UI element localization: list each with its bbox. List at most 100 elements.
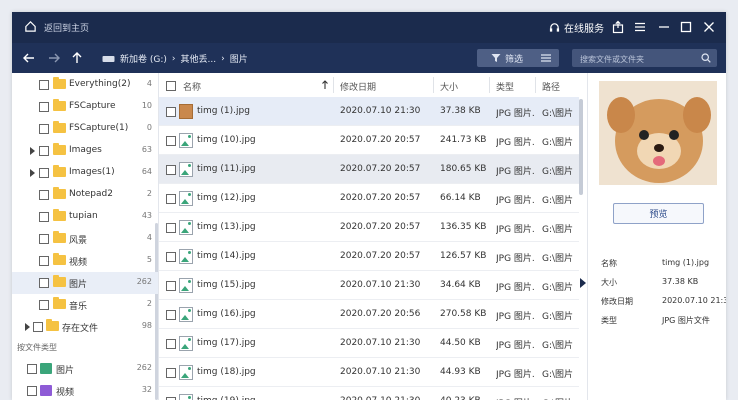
chevron-right-icon: › [221, 53, 225, 64]
sidebar-folder-item[interactable]: Everything(2) 4 [12, 74, 158, 96]
folder-checkbox[interactable] [39, 124, 49, 134]
minimize-icon[interactable] [657, 20, 671, 34]
up-arrow-icon[interactable] [69, 50, 85, 66]
file-checkbox[interactable] [166, 281, 176, 291]
folder-checkbox[interactable] [39, 102, 49, 112]
type-checkbox[interactable] [27, 386, 37, 396]
maximize-icon[interactable] [679, 20, 693, 34]
file-row[interactable]: timg (15).jpg 2020.07.10 21:30 34.64 KB JPG… [159, 271, 579, 300]
file-checkbox[interactable] [166, 223, 176, 233]
search-icon[interactable] [701, 53, 711, 63]
column-divider[interactable] [333, 77, 334, 93]
file-row[interactable]: timg (13).jpg 2020.07.20 20:57 136.35 KB JP… [159, 213, 579, 242]
filter-button[interactable]: 筛选 [477, 49, 537, 67]
folder-checkbox[interactable] [39, 300, 49, 310]
preview-button[interactable]: 预览 [613, 203, 704, 224]
sidebar-type-item[interactable]: 视频 32 [12, 380, 158, 400]
close-icon[interactable] [702, 20, 716, 34]
folder-checkbox[interactable] [39, 190, 49, 200]
file-row[interactable]: timg (11).jpg 2020.07.20 20:57 180.65 KB JP… [159, 155, 579, 184]
menu-icon[interactable] [633, 20, 647, 34]
folder-checkbox[interactable] [39, 168, 49, 178]
file-row[interactable]: timg (19).jpg 2020.07.10 21:30 40.23 KB JPG… [159, 387, 579, 400]
select-all-checkbox[interactable] [166, 81, 176, 91]
sidebar-type-item[interactable]: 图片 262 [12, 358, 158, 380]
breadcrumb-item-drive[interactable]: 新加卷 (G:) [120, 52, 167, 65]
sidebar-folder-item[interactable]: FSCapture 10 [12, 96, 158, 118]
breadcrumb-item-other[interactable]: 其他丢... [181, 52, 217, 65]
sidebar-folder-item[interactable]: Images 63 [12, 140, 158, 162]
file-size: 44.93 KB [440, 367, 481, 377]
folder-checkbox[interactable] [39, 278, 49, 288]
sidebar-folder-item[interactable]: 音乐 2 [12, 294, 158, 316]
folder-checkbox[interactable] [39, 146, 49, 156]
back-to-home-link[interactable]: 返回到主页 [44, 21, 89, 34]
file-date: 2020.07.10 21:30 [340, 280, 421, 290]
folder-count: 63 [141, 145, 152, 154]
column-divider[interactable] [489, 77, 490, 93]
sidebar-folder-item[interactable]: tupian 43 [12, 206, 158, 228]
column-divider[interactable] [433, 77, 434, 93]
file-row[interactable]: timg (14).jpg 2020.07.20 20:57 126.57 KB JP… [159, 242, 579, 271]
expand-arrow-icon[interactable] [30, 169, 35, 177]
file-checkbox[interactable] [166, 252, 176, 262]
expand-arrow-icon[interactable] [25, 323, 30, 331]
file-checkbox[interactable] [166, 165, 176, 175]
view-menu-button[interactable] [533, 49, 559, 67]
column-divider[interactable] [535, 77, 536, 93]
file-checkbox[interactable] [166, 339, 176, 349]
collapse-panel-icon[interactable] [580, 278, 586, 288]
breadcrumb-item-images[interactable]: 图片 [230, 52, 248, 65]
type-checkbox[interactable] [27, 364, 37, 374]
column-header-name[interactable]: 名称 [183, 80, 201, 93]
file-type: JPG 图片... [496, 370, 534, 380]
info-key: 名称 [601, 259, 617, 268]
online-service-button[interactable]: 在线服务 [549, 20, 604, 35]
folder-checkbox[interactable] [39, 234, 49, 244]
sidebar-folder-item[interactable]: 视频 5 [12, 250, 158, 272]
folder-checkbox[interactable] [33, 322, 43, 332]
folder-name: 图片 [69, 280, 88, 290]
sidebar-folder-existing-files[interactable]: 存在文件 98 [12, 316, 158, 338]
forward-arrow-icon[interactable] [46, 50, 62, 66]
column-header-type[interactable]: 类型 [496, 80, 514, 93]
image-thumbnail-icon [179, 104, 193, 119]
file-row[interactable]: timg (17).jpg 2020.07.10 21:30 44.50 KB JPG… [159, 329, 579, 358]
file-checkbox[interactable] [166, 136, 176, 146]
file-checkbox[interactable] [166, 310, 176, 320]
sort-ascending-icon[interactable] [321, 80, 329, 90]
file-size: 40.23 KB [440, 396, 481, 400]
file-name: timg (11).jpg [197, 164, 256, 174]
expand-arrow-icon[interactable] [30, 147, 35, 155]
folder-checkbox[interactable] [39, 80, 49, 90]
file-list-scrollbar[interactable] [579, 99, 583, 195]
column-header-size[interactable]: 大小 [440, 80, 458, 93]
sidebar-folder-item[interactable]: FSCapture(1) 0 [12, 118, 158, 140]
home-icon[interactable] [24, 20, 37, 33]
file-list-header: 名称 修改日期 大小 类型 路径 [159, 73, 586, 97]
file-row[interactable]: timg (18).jpg 2020.07.10 21:30 44.93 KB JPG… [159, 358, 579, 387]
folder-count: 10 [141, 101, 152, 110]
back-arrow-icon[interactable] [21, 50, 37, 66]
column-header-path[interactable]: 路径 [542, 80, 560, 93]
file-row[interactable]: timg (10).jpg 2020.07.20 20:57 241.73 KB JP… [159, 126, 579, 155]
share-icon[interactable] [611, 20, 625, 34]
column-header-date[interactable]: 修改日期 [340, 80, 376, 93]
file-row[interactable]: timg (1).jpg 2020.07.10 21:30 37.38 KB JPG … [159, 97, 579, 126]
file-type-icon [40, 385, 52, 396]
folder-checkbox[interactable] [39, 256, 49, 266]
sidebar-folder-item[interactable]: 风景 4 [12, 228, 158, 250]
folder-checkbox[interactable] [39, 212, 49, 222]
sidebar-folder-item[interactable]: 图片 262 [12, 272, 158, 294]
search-input[interactable] [578, 51, 697, 67]
file-checkbox[interactable] [166, 194, 176, 204]
file-checkbox[interactable] [166, 368, 176, 378]
file-checkbox[interactable] [166, 107, 176, 117]
file-row[interactable]: timg (12).jpg 2020.07.20 20:57 66.14 KB JPG… [159, 184, 579, 213]
file-row[interactable]: timg (16).jpg 2020.07.20 20:56 270.58 KB JP… [159, 300, 579, 329]
file-name: timg (18).jpg [197, 367, 256, 377]
folder-name: 存在文件 [62, 324, 99, 334]
folder-icon [53, 121, 66, 133]
sidebar-folder-item[interactable]: Images(1) 64 [12, 162, 158, 184]
sidebar-folder-item[interactable]: Notepad2 2 [12, 184, 158, 206]
